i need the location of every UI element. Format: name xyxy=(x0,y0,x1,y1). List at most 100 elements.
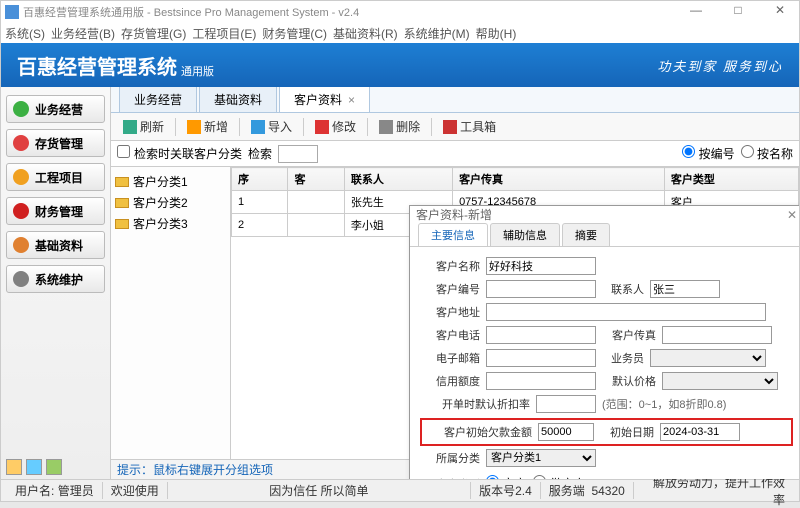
nav-工程项目[interactable]: 工程项目 xyxy=(6,163,105,191)
category-label: 所属分类 xyxy=(424,450,480,466)
menu-item[interactable]: 基础资料(R) xyxy=(333,25,398,42)
menu-item[interactable]: 业务经营(B) xyxy=(51,25,115,42)
code-label: 客户编号 xyxy=(424,281,480,297)
nav-icon xyxy=(13,237,29,253)
email-label: 电子邮箱 xyxy=(424,350,480,366)
folder-icon xyxy=(115,198,129,208)
discount-label: 开单时默认折扣率 xyxy=(424,396,530,412)
nav-系统维护[interactable]: 系统维护 xyxy=(6,265,105,293)
code-input[interactable] xyxy=(486,280,596,298)
credit-input[interactable] xyxy=(486,372,596,390)
dialog-tab-2[interactable]: 摘要 xyxy=(562,223,610,246)
dialog-close-icon[interactable]: ✕ xyxy=(787,208,797,222)
search-input[interactable] xyxy=(278,145,318,163)
email-input[interactable] xyxy=(486,349,596,367)
link-category-checkbox[interactable]: 检索时关联客户分类 xyxy=(117,145,242,162)
menu-item[interactable]: 系统维护(M) xyxy=(404,25,470,42)
nav-存货管理[interactable]: 存货管理 xyxy=(6,129,105,157)
delete-button[interactable]: 删除 xyxy=(373,116,426,137)
help-icon[interactable] xyxy=(26,459,42,475)
category-tree: 客户分类1客户分类2客户分类3 xyxy=(111,167,231,459)
app-icon xyxy=(5,5,19,19)
col-header[interactable]: 客 xyxy=(288,168,344,191)
menu-item[interactable]: 系统(S) xyxy=(5,25,45,42)
tab-基础资料[interactable]: 基础资料 xyxy=(199,87,277,112)
add-icon xyxy=(187,120,201,134)
window-title: 百惠经营管理系统通用版 - Bestsince Pro Management S… xyxy=(23,4,681,20)
defprice-select[interactable] xyxy=(662,372,778,390)
dialog-tabs: 主要信息辅助信息摘要 xyxy=(410,223,799,247)
menu-item[interactable]: 财务管理(C) xyxy=(262,25,327,42)
col-header[interactable]: 客户传真 xyxy=(453,168,665,191)
menu-item[interactable]: 帮助(H) xyxy=(476,25,517,42)
info-icon[interactable] xyxy=(46,459,62,475)
brand-subtitle: 通用版 xyxy=(181,63,214,79)
brand-bar: 百惠经营管理系统 通用版 功夫到家 服务到心 xyxy=(1,43,799,87)
tree-item[interactable]: 客户分类2 xyxy=(115,192,226,213)
col-header[interactable]: 联系人 xyxy=(344,168,452,191)
dialog-tab-0[interactable]: 主要信息 xyxy=(418,223,488,246)
add-button[interactable]: 新增 xyxy=(181,116,234,137)
brand-title: 百惠经营管理系统 xyxy=(17,51,177,80)
status-bar: 用户名: 管理员 欢迎使用 因为信任 所以简单 版本号2.4 服务端 54320… xyxy=(1,479,799,501)
nav-财务管理[interactable]: 财务管理 xyxy=(6,197,105,225)
customer-add-dialog: 客户资料-新增 ✕ 主要信息辅助信息摘要 客户名称 客户编号联系人 客户地址 客… xyxy=(409,205,799,479)
nav-基础资料[interactable]: 基础资料 xyxy=(6,231,105,259)
search-label: 检索 xyxy=(248,145,272,162)
titlebar: 百惠经营管理系统通用版 - Bestsince Pro Management S… xyxy=(1,1,799,23)
name-input[interactable] xyxy=(486,257,596,275)
initdebt-label: 客户初始欠款金额 xyxy=(426,424,532,440)
tel-input[interactable] xyxy=(486,326,596,344)
plugin-icon[interactable] xyxy=(6,459,22,475)
discount-input[interactable] xyxy=(536,395,596,413)
col-header[interactable]: 序 xyxy=(232,168,288,191)
initdate-label: 初始日期 xyxy=(594,424,654,440)
nav-icon xyxy=(13,101,29,117)
import-icon xyxy=(251,120,265,134)
nav-icon xyxy=(13,271,29,287)
toolbox-button[interactable]: 工具箱 xyxy=(437,116,502,137)
dialog-tab-1[interactable]: 辅助信息 xyxy=(490,223,560,246)
dialog-title-bar[interactable]: 客户资料-新增 ✕ xyxy=(410,206,799,223)
menu-item[interactable]: 存货管理(G) xyxy=(121,25,186,42)
sidebar: 业务经营存货管理工程项目财务管理基础资料系统维护 xyxy=(1,87,111,479)
addr-input[interactable] xyxy=(486,303,766,321)
radio-by-code[interactable]: 按编号 xyxy=(682,145,734,162)
type-supplier-radio[interactable]: 供应商 xyxy=(533,475,585,479)
app-window: 百惠经营管理系统通用版 - Bestsince Pro Management S… xyxy=(0,0,800,502)
type-label: 客户类型 xyxy=(424,476,480,480)
category-select[interactable]: 客户分类1 xyxy=(486,449,596,467)
fax-input[interactable] xyxy=(662,326,772,344)
tree-item[interactable]: 客户分类1 xyxy=(115,171,226,192)
col-header[interactable]: 客户类型 xyxy=(664,168,798,191)
toolbox-icon xyxy=(443,120,457,134)
folder-icon xyxy=(115,219,129,229)
addr-label: 客户地址 xyxy=(424,304,480,320)
nav-icon xyxy=(13,203,29,219)
highlighted-row: 客户初始欠款金额 初始日期 xyxy=(420,418,793,446)
tab-close-icon[interactable]: × xyxy=(348,93,355,107)
edit-icon xyxy=(315,120,329,134)
folder-icon xyxy=(115,177,129,187)
minimize-button[interactable]: — xyxy=(681,3,711,21)
initdebt-input[interactable] xyxy=(538,423,594,441)
nav-业务经营[interactable]: 业务经营 xyxy=(6,95,105,123)
tab-业务经营[interactable]: 业务经营 xyxy=(119,87,197,112)
refresh-button[interactable]: 刷新 xyxy=(117,116,170,137)
initdate-input[interactable] xyxy=(660,423,740,441)
close-button[interactable]: ✕ xyxy=(765,3,795,21)
defprice-label: 默认价格 xyxy=(596,373,656,389)
nav-icon xyxy=(13,169,29,185)
tab-客户资料[interactable]: 客户资料× xyxy=(279,87,370,112)
import-button[interactable]: 导入 xyxy=(245,116,298,137)
sales-select[interactable] xyxy=(650,349,766,367)
discount-hint: (范围：0~1，如8折即0.8) xyxy=(602,396,726,412)
type-customer-radio[interactable]: 客户 xyxy=(486,475,526,479)
tree-item[interactable]: 客户分类3 xyxy=(115,213,226,234)
radio-by-name[interactable]: 按名称 xyxy=(741,145,793,162)
edit-button[interactable]: 修改 xyxy=(309,116,362,137)
menu-item[interactable]: 工程项目(E) xyxy=(192,25,256,42)
refresh-icon xyxy=(123,120,137,134)
contact-input[interactable] xyxy=(650,280,720,298)
maximize-button[interactable]: □ xyxy=(723,3,753,21)
